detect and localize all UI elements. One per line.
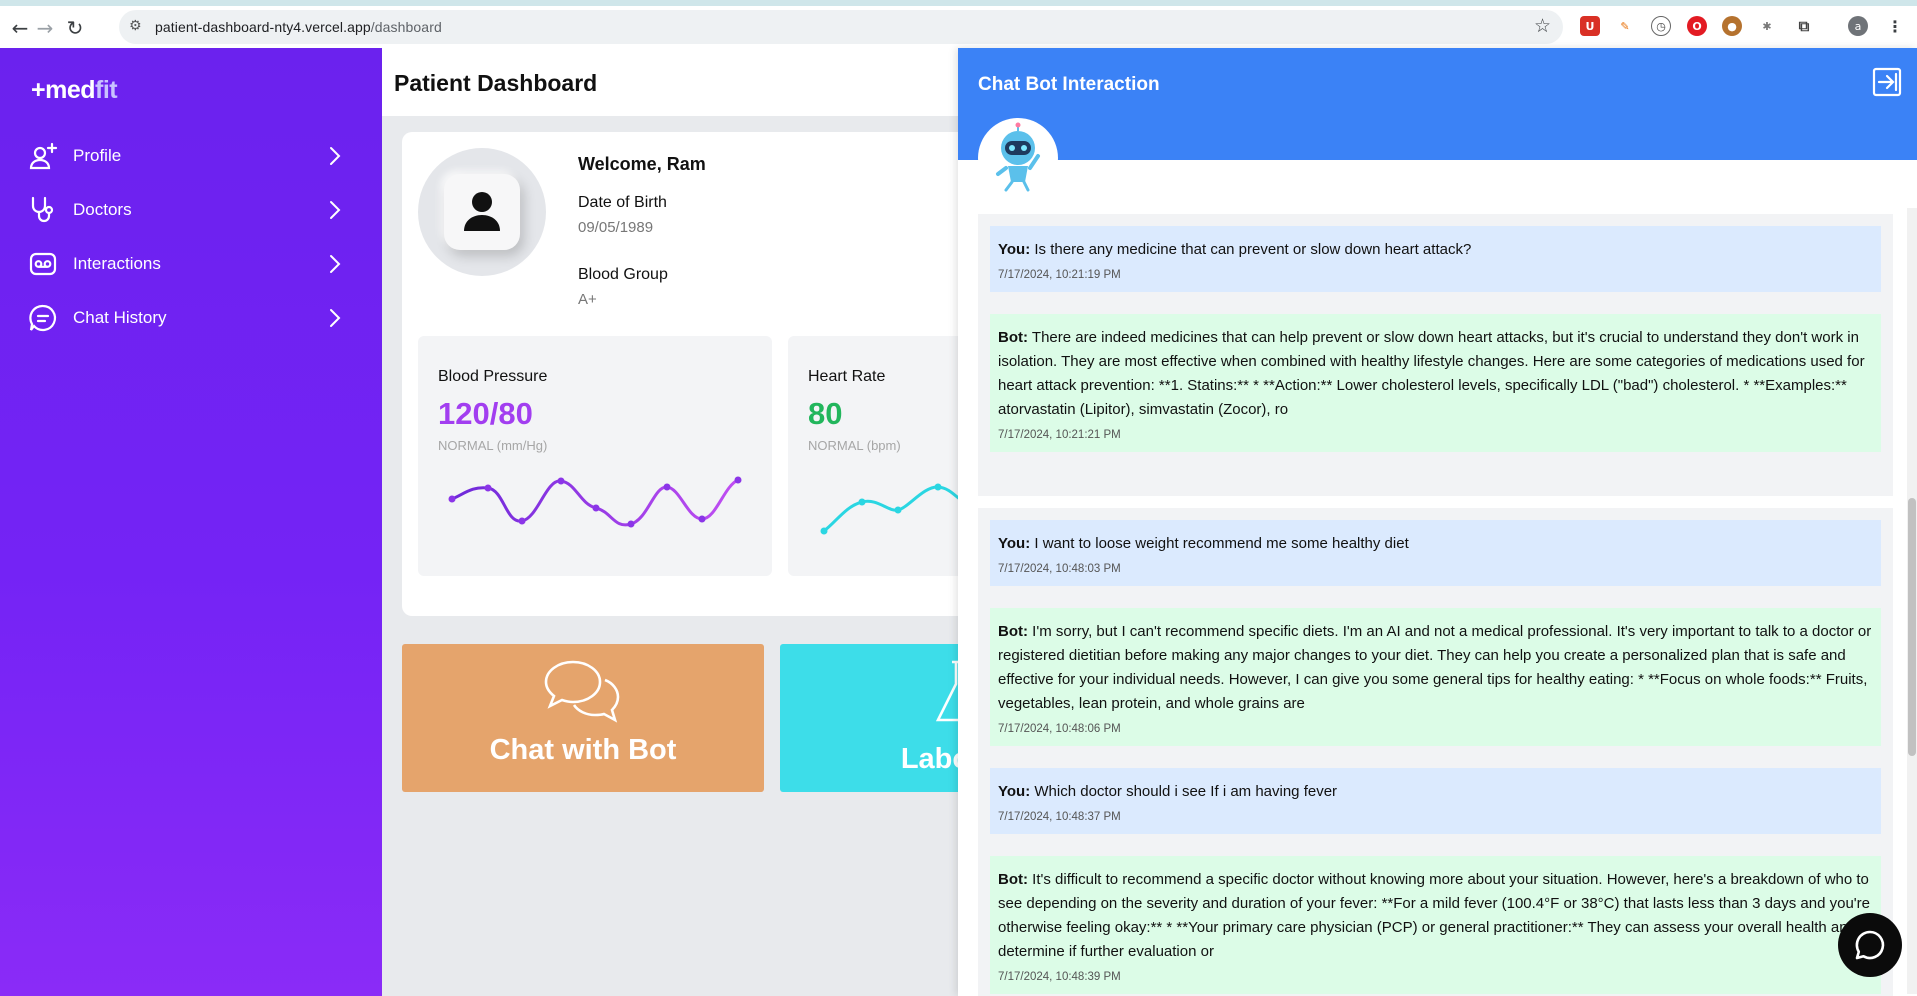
chat-message-user: You: Which doctor should i see If i am h… bbox=[990, 768, 1881, 834]
chat-message-user: You: Is there any medicine that can prev… bbox=[990, 226, 1881, 292]
page-title: Patient Dashboard bbox=[394, 70, 598, 96]
clock-extension-icon[interactable]: ◷ bbox=[1651, 16, 1671, 36]
blood-pressure-sparkline bbox=[448, 476, 742, 528]
sidebar-item-doctors[interactable]: Doctors bbox=[28, 190, 348, 230]
dob-label: Date of Birth bbox=[578, 194, 667, 211]
chat-scrollbar[interactable] bbox=[1907, 208, 1917, 994]
sidebar-item-label: Doctors bbox=[73, 200, 132, 219]
sidebar: +medfit Profile Doctors Interactions Cha… bbox=[0, 48, 382, 996]
dob-value: 09/05/1989 bbox=[578, 219, 654, 236]
bug-extension-icon[interactable]: ✱ bbox=[1757, 16, 1777, 36]
sidebar-item-profile[interactable]: Profile bbox=[28, 136, 348, 176]
chevron-right-icon bbox=[328, 145, 342, 172]
message-text: It's difficult to recommend a specific d… bbox=[998, 871, 1871, 960]
url-path: /dashboard bbox=[370, 19, 442, 35]
close-panel-icon[interactable] bbox=[1871, 66, 1903, 103]
stethoscope-icon bbox=[28, 195, 58, 225]
chevron-right-icon bbox=[328, 199, 342, 226]
voicemail-icon bbox=[28, 249, 58, 279]
chat-message-bot: Bot: There are indeed medicines that can… bbox=[990, 314, 1881, 452]
message-text: There are indeed medicines that can help… bbox=[998, 329, 1865, 418]
chat-with-bot-tile[interactable]: Chat with Bot bbox=[402, 644, 764, 792]
reload-icon[interactable]: ↻ bbox=[61, 14, 89, 42]
chat-scrollbar-thumb[interactable] bbox=[1908, 498, 1916, 756]
message-text: I want to loose weight recommend me some… bbox=[1034, 535, 1409, 552]
sidebar-item-label: Chat History bbox=[73, 308, 167, 327]
sidebar-item-chat-history[interactable]: Chat History bbox=[28, 298, 348, 338]
url-text: patient-dashboard-nty4.vercel.app/dashbo… bbox=[155, 19, 442, 35]
sidebar-item-label: Profile bbox=[73, 146, 122, 165]
address-bar[interactable]: ⚙ patient-dashboard-nty4.vercel.app/dash… bbox=[119, 10, 1563, 44]
chat-panel: Chat Bot Interaction You: Is there any m… bbox=[958, 48, 1917, 996]
sidebar-item-interactions[interactable]: Interactions bbox=[28, 244, 348, 284]
chat-message-bot: Bot: It's difficult to recommend a speci… bbox=[990, 856, 1881, 994]
chevron-right-icon bbox=[328, 253, 342, 280]
add-user-icon bbox=[28, 141, 58, 171]
logo-prefix: +med bbox=[31, 76, 96, 104]
chat-title: Chat Bot Interaction bbox=[978, 74, 1160, 95]
extensions-puzzle-icon[interactable]: ⧉ bbox=[1794, 16, 1814, 36]
message-timestamp: 7/17/2024, 10:48:03 PM bbox=[998, 563, 1121, 575]
message-text: Which doctor should i see If i am having… bbox=[1034, 783, 1338, 800]
site-settings-icon[interactable]: ⚙ bbox=[129, 18, 142, 34]
bot-avatar bbox=[978, 118, 1058, 198]
shield-extension-icon[interactable]: U bbox=[1580, 16, 1600, 36]
conversation-block: You: I want to loose weight recommend me… bbox=[978, 508, 1893, 996]
message-text: I'm sorry, but I can't recommend specifi… bbox=[998, 623, 1872, 712]
message-timestamp: 7/17/2024, 10:48:39 PM bbox=[998, 971, 1121, 983]
sidebar-item-label: Interactions bbox=[73, 254, 161, 273]
conversation-block: You: Is there any medicine that can prev… bbox=[978, 214, 1893, 496]
message-sender: Bot: bbox=[998, 329, 1028, 346]
bookmark-star-icon[interactable]: ☆ bbox=[1534, 15, 1551, 37]
open-chat-button[interactable] bbox=[1838, 913, 1902, 977]
opera-extension-icon[interactable]: O bbox=[1687, 16, 1707, 36]
chat-header: Chat Bot Interaction bbox=[958, 48, 1917, 160]
blood-pressure-card: Blood Pressure 120/80 NORMAL (mm/Hg) bbox=[418, 336, 772, 576]
chat-bubble-icon bbox=[1855, 930, 1885, 960]
chat-message-bot: Bot: I'm sorry, but I can't recommend sp… bbox=[990, 608, 1881, 746]
profile-avatar[interactable]: a bbox=[1848, 16, 1868, 36]
blood-group-value: A+ bbox=[578, 291, 597, 308]
forward-arrow-icon[interactable]: → bbox=[31, 14, 59, 42]
color-picker-extension-icon[interactable]: ✎ bbox=[1615, 16, 1635, 36]
message-sender: You: bbox=[998, 783, 1031, 800]
url-host: patient-dashboard-nty4.vercel.app bbox=[155, 19, 371, 35]
tile-label: Chat with Bot bbox=[489, 734, 677, 766]
chat-bubbles-icon bbox=[544, 660, 620, 723]
chat-bubble-icon bbox=[28, 303, 58, 333]
chevron-right-icon bbox=[328, 307, 342, 334]
browser-toolbar: ← → ↻ ⚙ patient-dashboard-nty4.vercel.ap… bbox=[0, 0, 1917, 48]
user-icon bbox=[444, 174, 520, 250]
message-timestamp: 7/17/2024, 10:21:19 PM bbox=[998, 269, 1121, 281]
message-sender: You: bbox=[998, 241, 1031, 258]
chat-message-user: You: I want to loose weight recommend me… bbox=[990, 520, 1881, 586]
message-sender: Bot: bbox=[998, 623, 1028, 640]
browser-menu-icon[interactable]: ⋮ bbox=[1885, 16, 1905, 36]
message-timestamp: 7/17/2024, 10:21:21 PM bbox=[998, 429, 1121, 441]
message-text: Is there any medicine that can prevent o… bbox=[1034, 241, 1472, 258]
medfit-logo[interactable]: +medfit bbox=[31, 76, 118, 105]
robot-icon bbox=[996, 122, 1040, 192]
message-sender: Bot: bbox=[998, 871, 1028, 888]
blood-group-label: Blood Group bbox=[578, 266, 668, 283]
message-sender: You: bbox=[998, 535, 1031, 552]
message-timestamp: 7/17/2024, 10:48:37 PM bbox=[998, 811, 1121, 823]
message-timestamp: 7/17/2024, 10:48:06 PM bbox=[998, 723, 1121, 735]
avatar bbox=[418, 148, 546, 276]
welcome-heading: Welcome, Ram bbox=[578, 154, 706, 174]
cookie-extension-icon[interactable]: ● bbox=[1722, 16, 1742, 36]
logo-suffix: fit bbox=[95, 76, 118, 104]
back-arrow-icon[interactable]: ← bbox=[6, 14, 34, 42]
